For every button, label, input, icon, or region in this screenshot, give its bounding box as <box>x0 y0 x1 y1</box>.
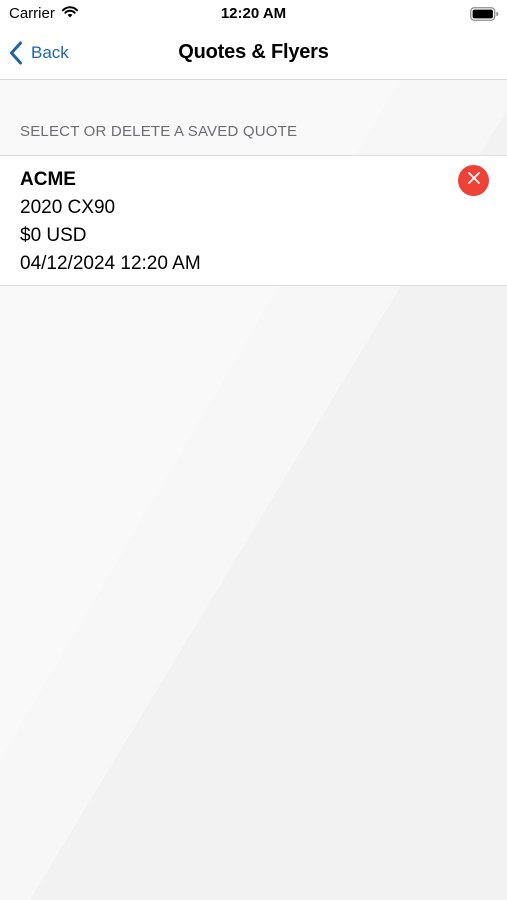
close-icon <box>467 171 481 190</box>
battery-icon <box>470 7 499 26</box>
delete-quote-button[interactable] <box>458 165 489 196</box>
page-title: Quotes & Flyers <box>178 41 329 63</box>
quote-company: ACME <box>20 169 76 190</box>
quote-vehicle: 2020 CX90 <box>20 197 116 218</box>
status-time: 12:20 AM <box>220 5 287 22</box>
navigation-bar: Back Quotes & Flyers <box>0 28 507 80</box>
quote-price: $0 USD <box>20 225 87 246</box>
saved-quote-row[interactable]: ACME 2020 CX90 $0 USD 04/12/2024 12:20 A… <box>0 155 507 286</box>
section-header: SELECT OR DELETE A SAVED QUOTE <box>20 123 298 140</box>
quote-details: ACME 2020 CX90 $0 USD 04/12/2024 12:20 A… <box>20 166 201 278</box>
status-bar: Carrier 12:20 AM <box>0 0 507 28</box>
quote-datetime: 04/12/2024 12:20 AM <box>20 253 201 274</box>
